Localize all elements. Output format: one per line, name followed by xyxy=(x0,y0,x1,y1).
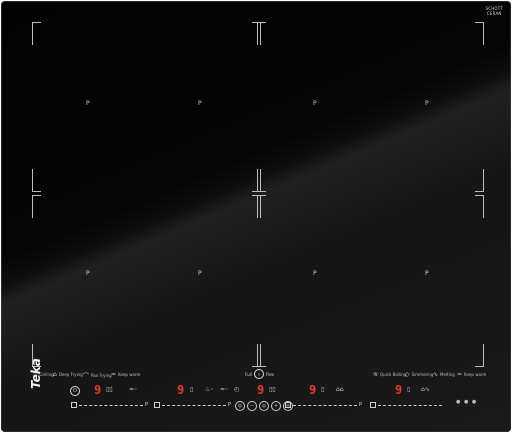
keep-warm-icon: ≈ xyxy=(111,371,117,378)
keep-warm-icon: ≈ xyxy=(457,371,463,378)
function-label: Deep Frying xyxy=(58,372,83,377)
zone-power-display: 9 xyxy=(309,383,317,397)
badge-line-2: CERAN xyxy=(486,11,502,16)
function-melting[interactable]: ∿ Melting xyxy=(433,371,455,378)
max-label: P xyxy=(228,402,232,408)
zone-marker: P xyxy=(198,100,202,107)
zone-frame-corner xyxy=(257,344,266,367)
zone-marker: P xyxy=(425,100,429,107)
power-slider-zone-2[interactable]: P xyxy=(154,401,231,409)
zone-frame-corner xyxy=(475,169,484,192)
zone-frame-corner xyxy=(32,22,41,45)
zone-marker: P xyxy=(86,100,90,107)
min-marker xyxy=(370,402,376,408)
function-label: Simmering xyxy=(411,372,434,377)
slider-track[interactable] xyxy=(293,404,357,406)
timer-lock-button[interactable]: ◎ xyxy=(283,401,293,411)
zone-power-display: 9 xyxy=(395,383,403,397)
grill-icon[interactable]: ♨◦ xyxy=(205,386,214,394)
melt-icon: ∿ xyxy=(433,371,439,378)
zone-frame-corner xyxy=(32,169,41,192)
zone-power-display: 9 xyxy=(257,383,265,397)
flex-zone-icon: || xyxy=(253,369,264,379)
simmer-icon: ◇ xyxy=(405,371,410,378)
max-label: P xyxy=(145,402,149,408)
keep-warm-icon[interactable]: ≈◦ xyxy=(129,386,138,394)
function-keep-warm-right[interactable]: ≈ Keep warm xyxy=(457,371,486,378)
function-label: Keep warm xyxy=(118,372,141,377)
zone-frame-corner xyxy=(475,344,484,367)
pan-icon[interactable]: ▯▯ xyxy=(106,386,113,394)
full-flex-indicator[interactable]: Full || Flex xyxy=(245,369,274,379)
timer-icon[interactable]: ◴ xyxy=(234,386,239,394)
function-keep-warm[interactable]: ≈ Keep warm xyxy=(111,371,140,378)
zone-frame-corner xyxy=(257,22,266,45)
function-label: Pan Frying xyxy=(91,373,112,378)
timer-plus-button[interactable]: + xyxy=(271,401,281,411)
keep-warm-icon[interactable]: ≈◦ xyxy=(220,386,229,394)
melt-icon[interactable]: ⌂∿ xyxy=(421,386,430,394)
min-marker xyxy=(154,402,160,408)
function-label: Keep warm xyxy=(464,372,487,377)
zone-power-display: 9 xyxy=(94,383,102,397)
zone-marker: P xyxy=(86,270,90,277)
max-label: P xyxy=(359,402,363,408)
induction-hob: SCHOTT CERAN P P P P P P P P Full || Fle… xyxy=(1,1,511,432)
function-simmering[interactable]: ◇ Simmering xyxy=(405,371,433,378)
flex-zone-icon[interactable]: ▯▯ xyxy=(269,386,276,394)
power-button[interactable]: ⏻ xyxy=(70,386,80,396)
timer-center-button[interactable]: ◎ xyxy=(259,401,269,411)
function-label: Quick Boiling xyxy=(380,372,407,377)
timer-select-button[interactable]: ◎ xyxy=(235,401,245,411)
min-marker xyxy=(71,402,77,408)
zone-frame-corner xyxy=(32,195,41,218)
slider-track[interactable] xyxy=(378,404,442,406)
quick-boil-icon: ≋ xyxy=(373,371,379,378)
zone-indicator-dots: ● ● ● xyxy=(456,399,478,405)
power-slider-zone-3[interactable]: P xyxy=(285,401,362,409)
pan-fry-icon: ⌒ xyxy=(83,373,90,380)
zone-frame-corner xyxy=(475,22,484,45)
slider-track[interactable] xyxy=(162,404,226,406)
zone-frame-corner xyxy=(475,195,484,218)
function-quick-boiling[interactable]: ≋ Quick Boiling xyxy=(373,371,406,378)
pan-icon[interactable]: ▯ xyxy=(407,386,410,394)
timer-minus-button[interactable]: − xyxy=(247,401,257,411)
full-flex-label-left: Full xyxy=(245,371,252,377)
pan-icon[interactable]: ▯ xyxy=(190,386,193,394)
pan-icon[interactable]: ▯ xyxy=(321,386,324,394)
zone-marker: P xyxy=(198,270,202,277)
zone-frame-corner xyxy=(257,195,266,218)
zone-marker: P xyxy=(425,270,429,277)
function-deep-frying[interactable]: ⌂ Deep Frying xyxy=(53,371,83,378)
function-pan-frying[interactable]: ⌒ Pan Frying xyxy=(83,371,112,380)
zone-marker: P xyxy=(313,270,317,277)
power-slider-zone-4[interactable] xyxy=(370,401,442,409)
deep-fry-icon: ⌂ xyxy=(53,371,57,378)
zone-marker: P xyxy=(313,100,317,107)
full-flex-label-right: Flex xyxy=(265,371,275,377)
function-label: Melting xyxy=(440,372,455,377)
zone-power-display: 9 xyxy=(177,383,185,397)
slider-track[interactable] xyxy=(79,404,143,406)
power-slider-zone-1[interactable]: P xyxy=(71,401,148,409)
teka-logo: Teka xyxy=(29,358,43,389)
zone-frame-corner xyxy=(257,169,266,192)
ceran-badge: SCHOTT CERAN xyxy=(485,6,503,16)
quick-boil-icon[interactable]: ⌂⌂ xyxy=(336,386,344,394)
